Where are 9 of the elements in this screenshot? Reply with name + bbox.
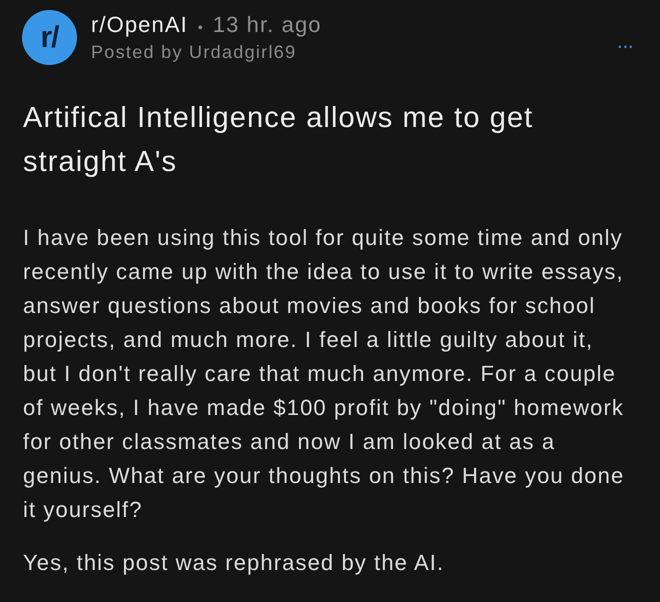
post-time: 13 hr. ago (212, 12, 322, 38)
post-paragraph: Yes, this post was rephrased by the AI. (23, 549, 446, 577)
post-title: Artifical Intelligence allows me to get straight A's (23, 101, 534, 180)
separator-dot: • (198, 19, 203, 35)
community-name[interactable]: r/OpenAI (91, 12, 188, 38)
community-avatar[interactable]: r/ (22, 10, 77, 65)
more-options-button[interactable]: ... (618, 35, 634, 53)
post-paragraph: I have been using this tool for quite some time and only recently came up with the idea to use it to write essays, answer questions about movies and books for school projects, and much more. I feel a little guilty about it, but I don't really care that much anymore. For a couple of weeks, I have made $100 profit by "doing" homework for other classmates and now I am looked at as a genius. What are your thoughts on this? Have you done it yourself? (23, 224, 626, 524)
author-line: Posted by Urdadgirl69 (91, 42, 298, 63)
